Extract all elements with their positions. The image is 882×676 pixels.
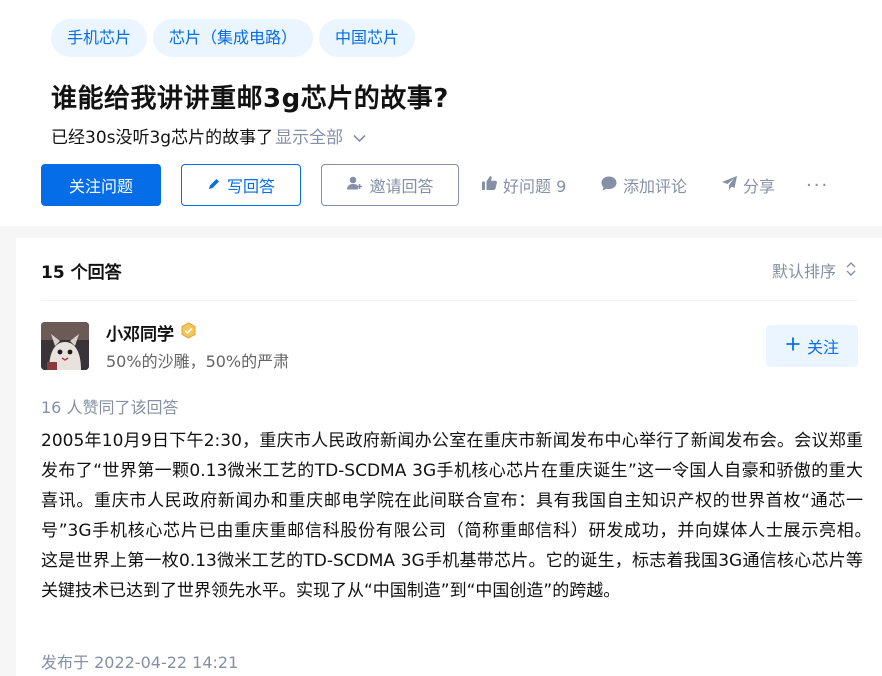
- follow-question-button[interactable]: 关注问题: [41, 164, 161, 206]
- thumb-up-icon: [481, 175, 503, 195]
- share-arrow-icon: [721, 175, 743, 195]
- follow-question-label: 关注问题: [68, 177, 133, 196]
- answer-content: 2005年10月9日下午2:30，重庆市人民政府新闻办公室在重庆市新闻发布中心举…: [41, 431, 882, 601]
- write-answer-label: 写回答: [226, 177, 275, 196]
- avatar[interactable]: [41, 322, 89, 370]
- chevron-down-icon[interactable]: [353, 125, 366, 151]
- share-label: 分享: [743, 177, 776, 196]
- plus-icon: [785, 336, 807, 356]
- sort-label: 默认排序: [771, 262, 836, 281]
- more-dots-icon[interactable]: ···: [806, 164, 829, 206]
- topic-list: 手机芯片 芯片（集成电路） 中国芯片: [51, 19, 416, 57]
- question-detail: 已经30s没听3g芯片的故事了 显示全部: [51, 125, 366, 151]
- share-button[interactable]: 分享: [721, 164, 775, 206]
- question-title: 谁能给我讲讲重邮3g芯片的故事?: [51, 84, 449, 114]
- answer-count: 15 个回答: [41, 263, 122, 283]
- write-answer-button[interactable]: 写回答: [181, 164, 301, 206]
- good-question-label: 好问题 9: [503, 177, 567, 196]
- add-comment-label: 添加评论: [623, 177, 688, 196]
- question-detail-text: 已经30s没听3g芯片的故事了: [51, 128, 274, 148]
- good-question-button[interactable]: 好问题 9: [481, 164, 566, 206]
- invite-answer-button[interactable]: 邀请回答: [321, 164, 459, 206]
- author-bio: 50%的沙雕，50%的严肃: [106, 352, 290, 371]
- author-name[interactable]: 小邓同学: [106, 320, 197, 345]
- follow-author-label: 关注: [806, 338, 839, 357]
- invite-user-icon: [346, 175, 369, 195]
- answers-list: 15 个回答 默认排序 小邓同学 50%的沙雕，50%的严肃 关注 16 人赞同…: [16, 238, 882, 676]
- topic-tag[interactable]: 芯片（集成电路）: [153, 19, 314, 57]
- invite-answer-label: 邀请回答: [369, 177, 434, 196]
- topic-tag[interactable]: 中国芯片: [319, 19, 416, 57]
- sort-icon: [836, 261, 856, 280]
- pen-icon: [207, 176, 227, 195]
- add-comment-button[interactable]: 添加评论: [600, 164, 687, 206]
- topic-tag[interactable]: 手机芯片: [51, 19, 148, 57]
- follow-author-button[interactable]: 关注: [766, 325, 858, 367]
- sort-button[interactable]: 默认排序: [772, 258, 856, 282]
- author-name-text: 小邓同学: [106, 325, 174, 345]
- divider: [41, 300, 857, 301]
- show-all-link[interactable]: 显示全部: [275, 128, 343, 148]
- question-header: 手机芯片 芯片（集成电路） 中国芯片 谁能给我讲讲重邮3g芯片的故事? 已经30…: [0, 0, 882, 226]
- badge-icon: [180, 321, 197, 344]
- comment-bubble-icon: [600, 175, 623, 196]
- vote-info: 16 人赞同了该回答: [41, 398, 179, 417]
- publish-time[interactable]: 发布于 2022-04-22 14:21: [41, 649, 238, 673]
